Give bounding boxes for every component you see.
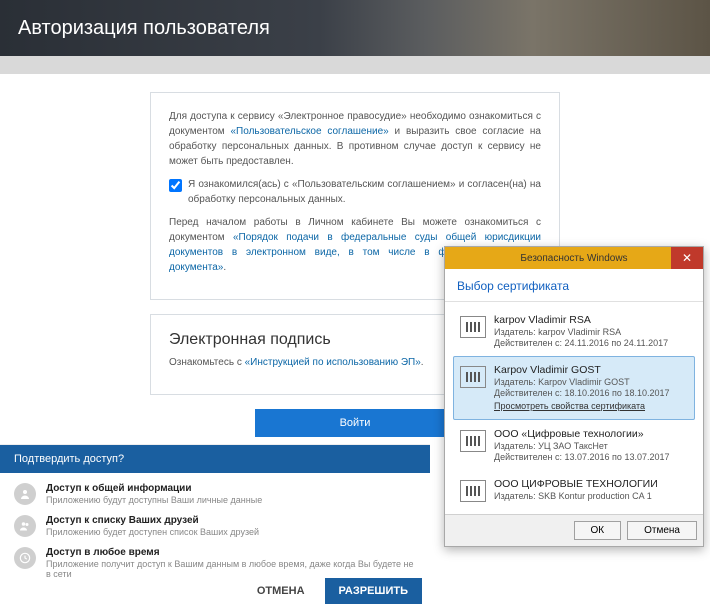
permission-desc: Приложению будут доступны Ваши личные да… <box>46 495 262 505</box>
esignature-instruction-link[interactable]: «Инструкцией по использованию ЭП» <box>245 357 421 368</box>
permission-desc: Приложению будет доступен список Ваших д… <box>46 527 259 537</box>
certificate-valid: Действителен с: 13.07.2016 по 13.07.2017 <box>494 452 688 462</box>
friends-icon <box>14 515 36 537</box>
dialog-footer: ОК Отмена <box>445 514 703 546</box>
gray-band <box>0 56 710 74</box>
certificate-valid: Действителен с: 18.10.2016 по 18.10.2017 <box>494 388 688 398</box>
ok-button[interactable]: ОК <box>574 521 622 540</box>
confirm-heading: Подтвердить доступ? <box>0 445 430 473</box>
windows-security-dialog: Безопасность Windows ✕ Выбор сертификата… <box>444 246 704 547</box>
certificate-issuer: Издатель: УЦ ЗАО ТаксНет <box>494 441 688 451</box>
agree-checkbox-label: Я ознакомился(ась) с «Пользовательским с… <box>188 177 541 207</box>
certificate-item[interactable]: ООО ЦИФРОВЫЕ ТЕХНОЛОГИИ Издатель: SKB Ko… <box>453 470 695 510</box>
permission-row: Доступ к общей информацииПриложению буду… <box>0 473 430 505</box>
permission-desc: Приложение получит доступ к Вашим данным… <box>46 559 416 579</box>
dialog-title: Безопасность Windows <box>520 253 627 264</box>
certificate-icon <box>460 480 486 502</box>
allow-button[interactable]: РАЗРЕШИТЬ <box>325 578 422 604</box>
close-icon[interactable]: ✕ <box>671 247 703 269</box>
certificate-name: Karpov Vladimir GOST <box>494 364 688 376</box>
certificate-valid: Действителен с: 24.11.2016 по 24.11.2017 <box>494 338 688 348</box>
text: . <box>223 262 226 273</box>
certificate-issuer: Издатель: karpov Vladimir RSA <box>494 327 688 337</box>
info-icon <box>14 483 36 505</box>
certificate-issuer: Издатель: SKB Kontur production CA 1 <box>494 491 688 501</box>
certificate-item[interactable]: ООО «Цифровые технологии» Издатель: УЦ З… <box>453 420 695 470</box>
confirm-access-panel: Подтвердить доступ? Доступ к общей инфор… <box>0 444 430 612</box>
login-button[interactable]: Войти <box>255 409 455 437</box>
dialog-cancel-button[interactable]: Отмена <box>627 521 697 540</box>
certificate-name: ООО ЦИФРОВЫЕ ТЕХНОЛОГИИ <box>494 478 688 490</box>
permission-title: Доступ к списку Ваших друзей <box>46 515 259 526</box>
dialog-titlebar[interactable]: Безопасность Windows ✕ <box>445 247 703 269</box>
permission-row: Доступ к списку Ваших друзейПриложению б… <box>0 505 430 537</box>
certificate-issuer: Издатель: Karpov Vladimir GOST <box>494 377 688 387</box>
page-header: Авторизация пользователя <box>0 0 710 56</box>
certificate-item[interactable]: karpov Vladimir RSA Издатель: karpov Vla… <box>453 306 695 356</box>
certificate-item-selected[interactable]: Karpov Vladimir GOST Издатель: Karpov Vl… <box>453 356 695 420</box>
certificate-icon <box>460 316 486 338</box>
user-agreement-link[interactable]: «Пользовательское соглашение» <box>230 126 388 137</box>
permission-title: Доступ к общей информации <box>46 483 262 494</box>
certificate-name: karpov Vladimir RSA <box>494 314 688 326</box>
agree-checkbox[interactable] <box>169 179 182 192</box>
text: . <box>421 357 424 368</box>
text: Ознакомьтесь с <box>169 357 245 368</box>
intro-paragraph-1: Для доступа к сервису «Электронное право… <box>169 109 541 169</box>
certificate-icon <box>460 366 486 388</box>
confirm-actions: ОТМЕНА РАЗРЕШИТЬ <box>245 578 422 604</box>
certificate-name: ООО «Цифровые технологии» <box>494 428 688 440</box>
agree-checkbox-row: Я ознакомился(ась) с «Пользовательским с… <box>169 177 541 207</box>
clock-icon <box>14 547 36 569</box>
cancel-button[interactable]: ОТМЕНА <box>245 578 317 604</box>
view-cert-properties-link[interactable]: Просмотреть свойства сертификата <box>494 401 645 411</box>
permission-title: Доступ в любое время <box>46 547 416 558</box>
certificate-icon <box>460 430 486 452</box>
certificate-list: karpov Vladimir RSA Издатель: karpov Vla… <box>445 302 703 514</box>
page-title: Авторизация пользователя <box>18 17 270 40</box>
permission-row: Доступ в любое времяПриложение получит д… <box>0 537 430 579</box>
dialog-subtitle: Выбор сертификата <box>445 269 703 302</box>
